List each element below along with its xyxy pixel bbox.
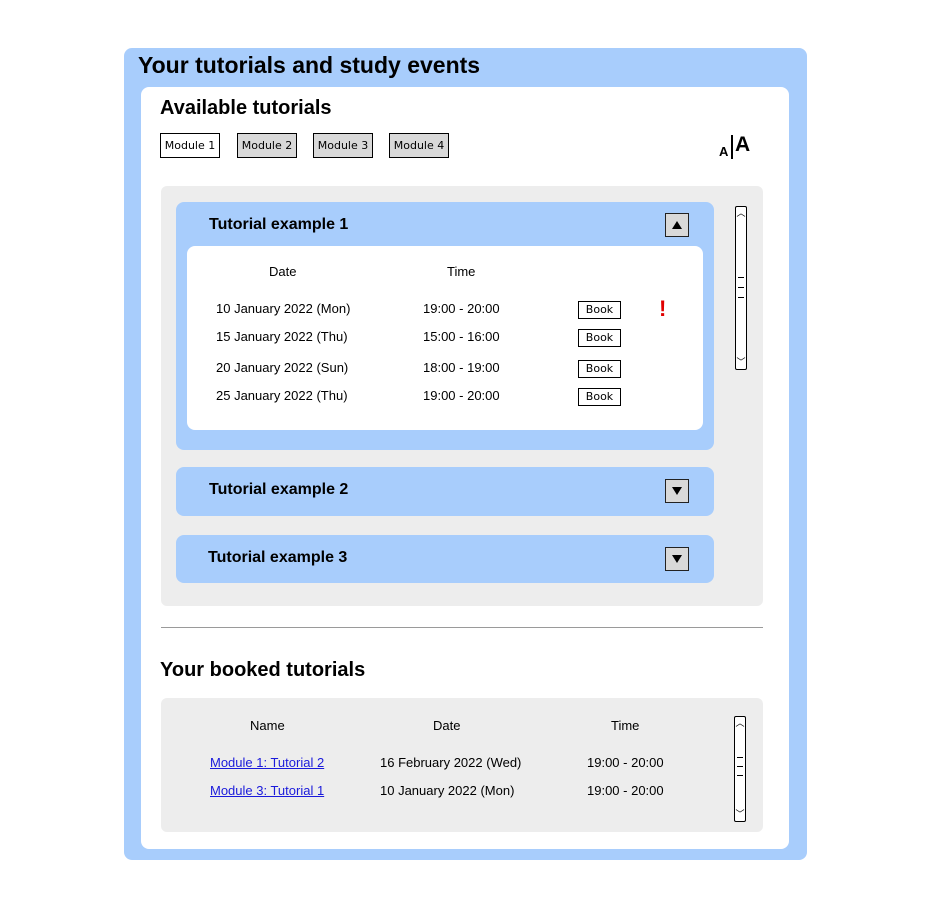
book-button[interactable]: Book [578, 388, 621, 406]
booked-tutorials-heading: Your booked tutorials [160, 659, 366, 681]
scroll-up-icon[interactable]: ︿ [736, 209, 746, 218]
booked-date: 16 February 2022 (Wed) [380, 755, 522, 770]
expand-button[interactable] [665, 479, 689, 503]
book-button[interactable]: Book [578, 329, 621, 347]
booked-time: 19:00 - 20:00 [587, 755, 664, 770]
tab-module-3[interactable]: Module 3 [313, 133, 373, 158]
session-time: 15:00 - 16:00 [423, 329, 500, 344]
session-time: 19:00 - 20:00 [423, 301, 500, 316]
booked-tutorials-panel: Name Date Time Module 1: Tutorial 2 16 F… [161, 698, 763, 832]
tutorial-accordion-3[interactable]: Tutorial example 3 [176, 535, 714, 583]
triangle-down-icon [672, 487, 682, 495]
session-time: 18:00 - 19:00 [423, 360, 500, 375]
tutorials-scrollbar[interactable]: ︿ ﹀ [735, 206, 747, 370]
booked-time: 19:00 - 20:00 [587, 783, 664, 798]
tutorials-panel: Tutorial example 1 Date Time 10 January … [161, 186, 763, 606]
font-size-large-icon: A [735, 133, 751, 156]
font-size-divider [731, 135, 733, 159]
alert-icon: ! [659, 296, 667, 321]
triangle-up-icon [672, 221, 682, 229]
booked-tutorial-link[interactable]: Module 3: Tutorial 1 [210, 783, 324, 798]
scroll-grip-icon [737, 775, 743, 776]
available-tutorials-heading: Available tutorials [160, 97, 332, 119]
page-title: Your tutorials and study events [138, 52, 481, 78]
tutorial-1-sessions: Date Time 10 January 2022 (Mon) 19:00 - … [187, 246, 703, 430]
scroll-grip-icon [738, 297, 744, 298]
scroll-down-icon[interactable]: ﹀ [736, 358, 746, 367]
booked-scrollbar[interactable]: ︿ ﹀ [734, 716, 746, 822]
collapse-button[interactable] [665, 213, 689, 237]
expand-button[interactable] [665, 547, 689, 571]
session-date: 10 January 2022 (Mon) [216, 301, 351, 316]
date-column-header: Date [433, 718, 461, 733]
tab-module-2[interactable]: Module 2 [237, 133, 297, 158]
tutorial-3-title: Tutorial example 3 [208, 549, 348, 566]
book-button[interactable]: Book [578, 360, 621, 378]
booked-date: 10 January 2022 (Mon) [380, 783, 515, 798]
scroll-grip-icon [737, 757, 743, 758]
tutorial-1-title: Tutorial example 1 [209, 216, 349, 233]
tab-module-1[interactable]: Module 1 [160, 133, 220, 158]
session-date: 20 January 2022 (Sun) [216, 360, 349, 375]
tutorial-accordion-1: Tutorial example 1 Date Time 10 January … [176, 202, 714, 450]
session-time: 19:00 - 20:00 [423, 388, 500, 403]
tab-module-4[interactable]: Module 4 [389, 133, 449, 158]
time-column-header: Time [611, 718, 640, 733]
content-card: Available tutorials Module 1 Module 2 Mo… [141, 87, 789, 849]
scroll-down-icon[interactable]: ﹀ [735, 810, 745, 819]
font-size-small-icon: A [719, 144, 729, 159]
session-date: 15 January 2022 (Thu) [216, 329, 348, 344]
scroll-up-icon[interactable]: ︿ [735, 719, 745, 728]
date-column-header: Date [269, 264, 297, 279]
name-column-header: Name [250, 718, 285, 733]
section-divider [161, 627, 763, 628]
tutorials-window: Your tutorials and study events Availabl… [124, 48, 807, 860]
time-column-header: Time [447, 264, 476, 279]
scroll-grip-icon [737, 766, 743, 767]
session-date: 25 January 2022 (Thu) [216, 388, 348, 403]
tutorial-2-title: Tutorial example 2 [209, 481, 349, 498]
booked-tutorial-link[interactable]: Module 1: Tutorial 2 [210, 755, 324, 770]
tutorial-accordion-2[interactable]: Tutorial example 2 [176, 467, 714, 516]
scroll-grip-icon [738, 277, 744, 278]
book-button[interactable]: Book [578, 301, 621, 319]
scroll-grip-icon [738, 287, 744, 288]
font-size-toggle[interactable]: A A [719, 133, 755, 161]
triangle-down-icon [672, 555, 682, 563]
